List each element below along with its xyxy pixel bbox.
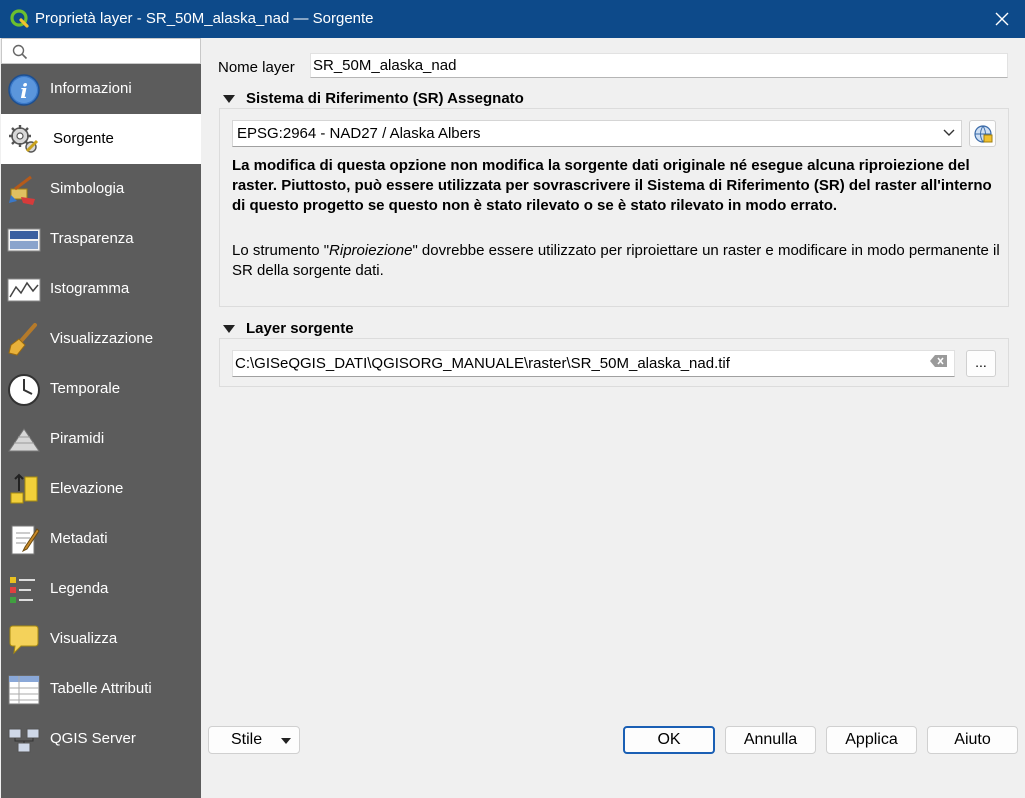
crs-group-title: Sistema di Riferimento (SR) Assegnato: [246, 90, 524, 107]
title-bar: Proprietà layer - SR_50M_alaska_nad — So…: [0, 0, 1025, 38]
crs-group: EPSG:2964 - NAD27 / Alaska Albers La mod…: [219, 108, 1009, 307]
style-menu-button[interactable]: Stile: [208, 726, 300, 754]
elevation-icon: [10, 473, 38, 504]
transparency-icon: [7, 228, 41, 252]
sidebar-item-trasparenza[interactable]: Trasparenza: [1, 214, 201, 264]
sidebar-item-visualizzazione[interactable]: Visualizzazione: [1, 314, 201, 364]
sidebar-item-label: Sorgente: [53, 130, 114, 147]
crs-note-text: Lo strumento "Riproiezione" dovrebbe ess…: [232, 241, 1002, 281]
apply-button[interactable]: Applica: [826, 726, 917, 754]
chevron-down-icon: [943, 129, 955, 136]
speech-bubble-icon: [9, 625, 39, 655]
pyramid-icon: [8, 428, 40, 452]
cancel-button[interactable]: Annulla: [725, 726, 816, 754]
info-icon: i: [8, 74, 40, 106]
source-group-title: Layer sorgente: [246, 320, 354, 337]
sidebar-item-temporale[interactable]: Temporale: [1, 364, 201, 414]
gears-icon: [9, 125, 39, 153]
sidebar-item-piramidi[interactable]: Piramidi: [1, 414, 201, 464]
sidebar-item-legenda[interactable]: Legenda: [1, 564, 201, 614]
sidebar-item-istogramma[interactable]: Istogramma: [1, 264, 201, 314]
collapse-triangle-icon: [223, 324, 235, 333]
style-button-label: Stile: [231, 731, 263, 748]
sidebar-item-informazioni[interactable]: i Informazioni: [1, 64, 201, 114]
sidebar-item-label: Visualizzazione: [50, 330, 154, 347]
crs-selector-button[interactable]: [969, 120, 996, 147]
source-group: C:\GISeQGIS_DATI\QGISORG_MANUALE\raster\…: [219, 338, 1009, 387]
attribute-table-icon: [8, 675, 40, 705]
dropdown-arrow-icon: [281, 738, 291, 744]
svg-text:i: i: [20, 79, 28, 103]
window-title: Proprietà layer - SR_50M_alaska_nad — So…: [35, 10, 374, 27]
sidebar-item-label: Informazioni: [50, 80, 132, 97]
collapse-triangle-icon: [223, 94, 235, 103]
sidebar-item-sorgente[interactable]: Sorgente: [1, 114, 201, 164]
sidebar-item-qgis-server[interactable]: QGIS Server: [1, 714, 201, 764]
ok-button[interactable]: OK: [623, 726, 715, 754]
sidebar-item-metadati[interactable]: Metadati: [1, 514, 201, 564]
sidebar-item-simbologia[interactable]: Simbologia: [1, 164, 201, 214]
crs-select[interactable]: EPSG:2964 - NAD27 / Alaska Albers: [232, 120, 962, 147]
qgis-logo-icon: [10, 9, 29, 28]
main-panel: Nome layer SR_50M_alaska_nad Sistema di …: [201, 38, 1024, 798]
sidebar-item-label: QGIS Server: [50, 730, 136, 747]
sidebar-item-label: Legenda: [50, 580, 109, 597]
sidebar-item-label: Temporale: [50, 380, 121, 397]
sidebar-item-label: Piramidi: [50, 430, 105, 447]
sidebar-item-label: Metadati: [50, 530, 108, 547]
browse-button[interactable]: ...: [966, 350, 996, 377]
sidebar-item-label: Visualizza: [50, 630, 118, 647]
metadata-icon: [11, 525, 40, 555]
source-path-input[interactable]: C:\GISeQGIS_DATI\QGISORG_MANUALE\raster\…: [232, 350, 955, 377]
sidebar-nav: i Informazioni Sorgente Simbologia Trasp…: [1, 64, 201, 764]
sidebar-item-label: Istogramma: [50, 280, 130, 297]
close-icon: [995, 12, 1009, 26]
crs-warning-text: La modifica di questa opzione non modifi…: [232, 157, 992, 214]
clear-icon[interactable]: [930, 355, 947, 367]
crs-select-value: EPSG:2964 - NAD27 / Alaska Albers: [237, 125, 481, 142]
histogram-icon: [7, 278, 41, 302]
sidebar-item-visualizza[interactable]: Visualizza: [1, 614, 201, 664]
paintbrush-icon: [9, 175, 35, 205]
layer-name-input[interactable]: SR_50M_alaska_nad: [310, 53, 1008, 78]
clock-icon: [8, 374, 40, 406]
globe-icon: [973, 124, 992, 143]
note-prefix: Lo strumento ": [232, 242, 330, 259]
note-tool-name: Riproiezione: [329, 242, 413, 259]
sidebar-item-label: Simbologia: [50, 180, 125, 197]
sidebar-item-elevazione[interactable]: Elevazione: [1, 464, 201, 514]
sidebar-item-tabelle-attributi[interactable]: Tabelle Attributi: [1, 664, 201, 714]
brush-icon: [8, 323, 37, 356]
sidebar-item-label: Elevazione: [50, 480, 124, 497]
sidebar-item-label: Trasparenza: [50, 230, 134, 247]
crs-group-toggle[interactable]: Sistema di Riferimento (SR) Assegnato: [223, 90, 524, 107]
sidebar: i Informazioni Sorgente Simbologia Trasp…: [1, 38, 201, 798]
legend-icon: [10, 577, 35, 603]
source-group-toggle[interactable]: Layer sorgente: [223, 320, 354, 337]
help-button[interactable]: Aiuto: [927, 726, 1018, 754]
sidebar-item-label: Tabelle Attributi: [50, 680, 152, 697]
search-icon: [12, 44, 28, 60]
search-input[interactable]: [1, 38, 201, 64]
layer-name-label: Nome layer: [218, 59, 295, 76]
close-button[interactable]: [987, 4, 1017, 34]
server-icon: [8, 728, 40, 753]
